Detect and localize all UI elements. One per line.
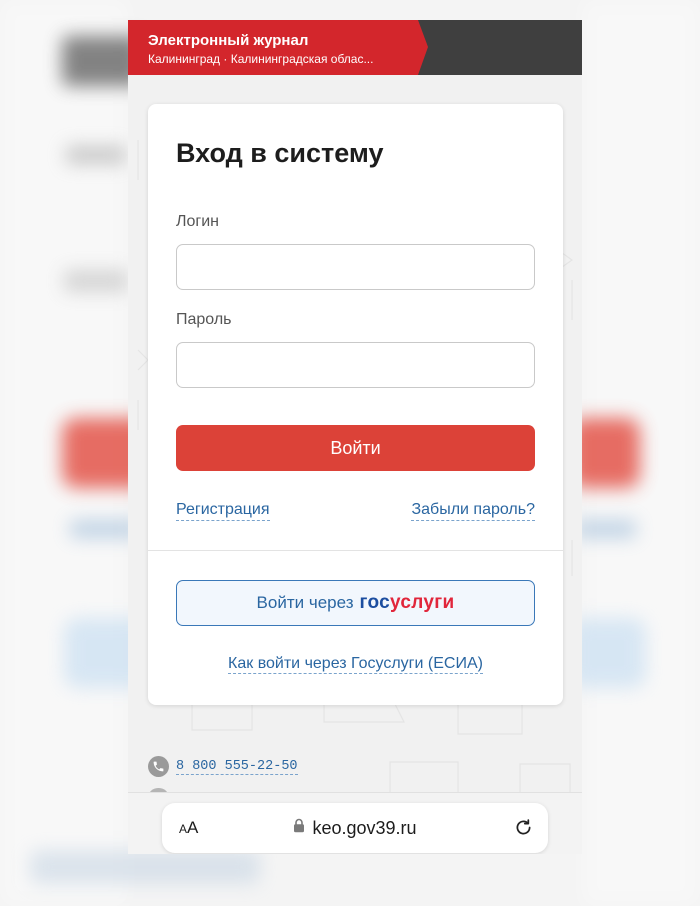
support-phone-number[interactable]: 8 800 555-22-50 — [176, 759, 298, 775]
esia-help-link[interactable]: Как войти через Госуслуги (ЕСИА) — [228, 655, 483, 674]
password-input[interactable] — [176, 342, 535, 388]
gosuslugi-login-button[interactable]: Войти через госуслуги — [176, 580, 535, 626]
app-header: Электронный журнал Калининград · Калинин… — [128, 20, 582, 75]
login-label: Логин — [176, 213, 220, 230]
gosuslugi-logo-part2: услуги — [389, 592, 455, 613]
divider — [148, 550, 563, 551]
browser-toolbar: AA keo.gov39.ru — [128, 792, 582, 854]
register-link[interactable]: Регистрация — [176, 501, 270, 521]
blur-link — [576, 520, 636, 538]
forgot-password-link[interactable]: Забыли пароль? — [411, 501, 535, 521]
blur-label — [66, 146, 126, 164]
phone-icon — [148, 756, 169, 777]
gosuslugi-prefix: Войти через — [256, 593, 354, 612]
esia-help-container: Как войти через Госуслуги (ЕСИА) — [148, 655, 563, 674]
login-input[interactable] — [176, 244, 535, 290]
blur-label — [64, 270, 128, 292]
login-button[interactable]: Войти — [176, 425, 535, 471]
support-phone[interactable]: 8 800 555-22-50 — [148, 756, 298, 777]
region-subtitle: Калининград · Калининградская облас... — [148, 52, 374, 66]
address-bar[interactable]: AA keo.gov39.ru — [162, 803, 548, 853]
header-brand-block[interactable]: Электронный журнал Калининград · Калинин… — [128, 20, 428, 75]
blur-bar — [30, 850, 260, 884]
app-title: Электронный журнал — [148, 32, 309, 49]
login-title: Вход в систему — [176, 138, 384, 168]
password-label: Пароль — [176, 311, 232, 328]
gosuslugi-logo-part1: гос — [359, 592, 390, 613]
url-display[interactable]: keo.gov39.ru — [162, 803, 548, 853]
login-card: Вход в систему Логин Пароль Войти Регист… — [148, 104, 563, 705]
reload-icon[interactable] — [513, 817, 534, 843]
lock-icon — [293, 818, 305, 838]
url-text: keo.gov39.ru — [312, 817, 417, 838]
gosuslugi-logo: госуслуги — [359, 592, 454, 614]
phone-screen: Электронный журнал Калининград · Калинин… — [128, 20, 582, 854]
